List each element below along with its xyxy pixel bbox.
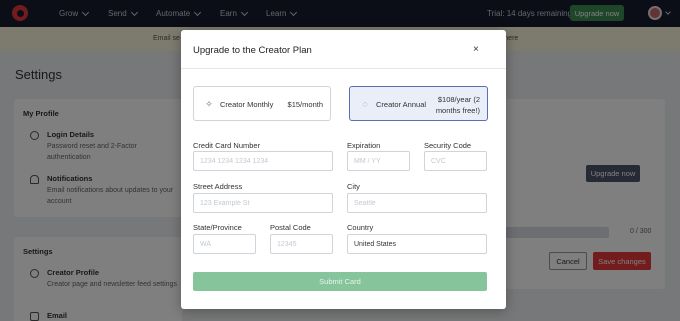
street-input[interactable] (193, 193, 333, 213)
expiration-input[interactable] (347, 151, 410, 171)
security-code-input[interactable] (424, 151, 487, 171)
modal-title: Upgrade to the Creator Plan (193, 45, 312, 56)
piggy-bank-icon: ◌ (362, 99, 368, 109)
country-select[interactable]: United States (347, 234, 487, 254)
plan-monthly-name: Creator Monthly (220, 100, 274, 109)
submit-card-button[interactable]: Submit Card (193, 272, 487, 291)
modal-divider (181, 68, 506, 69)
plan-option-monthly[interactable]: ✧ Creator Monthly $15/month (193, 86, 331, 121)
plan-option-annual[interactable]: ◌ Creator Annual $108/year (2 months fre… (349, 86, 488, 121)
rocket-icon: ✧ (205, 99, 213, 109)
country-label: Country (347, 223, 374, 232)
plan-annual-name: Creator Annual (376, 100, 427, 109)
postal-code-label: Postal Code (270, 223, 311, 232)
country-value: United States (354, 240, 397, 248)
city-label: City (347, 182, 360, 191)
city-input[interactable] (347, 193, 487, 213)
close-icon[interactable]: × (473, 44, 479, 55)
security-code-label: Security Code (424, 141, 472, 150)
expiration-label: Expiration (347, 141, 381, 150)
street-label: Street Address (193, 182, 243, 191)
plan-annual-price: $108/year (2 months free!) (435, 95, 480, 115)
state-label: State/Province (193, 223, 242, 232)
card-number-input[interactable] (193, 151, 333, 171)
upgrade-modal: Upgrade to the Creator Plan × ✧ Creator … (181, 30, 506, 309)
state-input[interactable] (193, 234, 256, 254)
card-number-label: Credit Card Number (193, 141, 261, 150)
postal-code-input[interactable] (270, 234, 333, 254)
plan-monthly-price: $15/month (287, 100, 323, 109)
